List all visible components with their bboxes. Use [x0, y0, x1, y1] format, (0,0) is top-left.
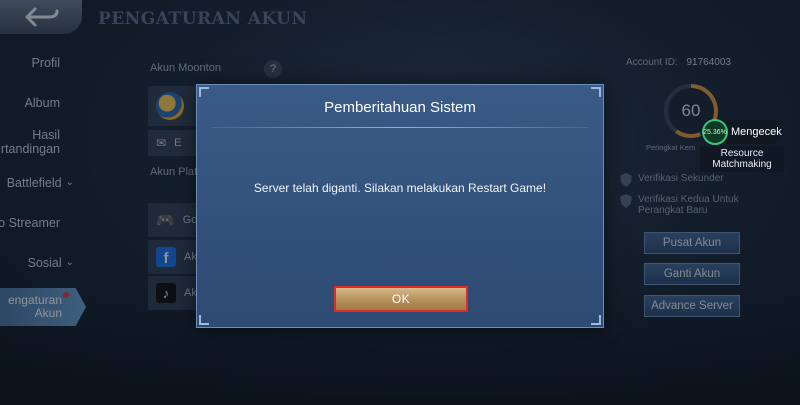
ok-button[interactable]: OK	[334, 286, 468, 312]
resource-progress-circle: 25.36%	[702, 119, 728, 145]
corner-ornament	[591, 87, 601, 97]
dialog-title: Pemberitahuan Sistem	[324, 99, 476, 116]
resource-check-title: Mengecek	[731, 126, 782, 138]
corner-ornament	[591, 315, 601, 325]
corner-ornament	[199, 315, 209, 325]
dialog-message: Server telah diganti. Silakan melakukan …	[253, 181, 547, 195]
dialog-divider	[211, 127, 589, 128]
corner-ornament	[199, 87, 209, 97]
system-notification-dialog: Pemberitahuan Sistem Server telah digant…	[196, 84, 604, 328]
resource-check-subtitle: Resource Matchmaking	[700, 146, 784, 172]
resource-check-indicator: 25.36% Mengecek	[700, 119, 782, 145]
